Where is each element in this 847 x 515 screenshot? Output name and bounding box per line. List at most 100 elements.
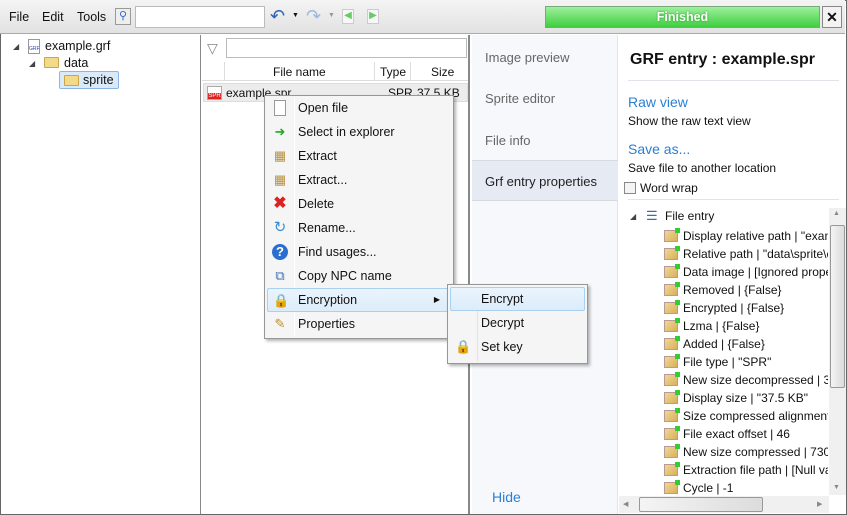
progress-bar: Finished [545,6,820,28]
next-icon[interactable]: ▶ [367,9,379,24]
property-item[interactable]: File type | "SPR" [664,353,828,371]
menu-set-key[interactable]: 🔒 Set key [450,335,585,359]
column-header-name[interactable]: File name [273,65,326,79]
search-input[interactable] [135,6,265,28]
property-item[interactable]: File exact offset | 46 [664,425,828,443]
toolbar: File Edit Tools ⚲ ↶ ▼ ↷ ▼ ◀ ▶ Finished ✕ [0,0,845,34]
raw-view-link[interactable]: Raw view [628,94,688,110]
encryption-submenu: Encrypt Decrypt 🔒 Set key [447,284,588,364]
filter-input[interactable] [226,38,467,58]
column-header-size[interactable]: Size [431,65,454,79]
property-item[interactable]: Added | {False} [664,335,828,353]
menu-tools[interactable]: Tools [77,10,106,24]
column-header-type[interactable]: Type [380,65,406,79]
property-text: File exact offset | 46 [683,427,790,441]
property-icon [664,336,680,350]
property-icon [664,264,680,278]
property-icon [664,462,680,476]
search-icon[interactable]: ⚲ [115,8,131,25]
property-item[interactable]: Lzma | {False} [664,317,828,335]
property-text: Display size | "37.5 KB" [683,391,809,405]
scroll-thumb[interactable] [830,225,845,388]
tree-item-sprite[interactable]: sprite [59,71,119,89]
property-item[interactable]: New size compressed | 7308 [664,443,828,461]
menu-select-in-explorer[interactable]: ➜ Select in explorer [267,120,451,144]
menu-edit[interactable]: Edit [42,10,64,24]
file-icon [274,100,286,116]
property-item[interactable]: Relative path | "data\sprite\example.spr… [664,245,828,263]
property-icon [664,390,680,404]
menu-open-file[interactable]: Open file [267,96,451,120]
expand-icon[interactable]: ◢ [630,212,636,221]
hide-link[interactable]: Hide [492,489,521,505]
tree-root-file-entry[interactable]: File entry [665,209,714,223]
property-icon [664,246,680,260]
folder-arrow-icon: ➜ [274,124,286,139]
save-as-description: Save file to another location [628,161,777,175]
property-item[interactable]: Removed | {False} [664,281,828,299]
undo-icon[interactable]: ↶ [270,6,285,27]
rename-icon: ↻ [273,219,287,236]
property-item[interactable]: Encrypted | {False} [664,299,828,317]
property-text: Data image | [Ignored property] [683,265,828,279]
delete-icon: ✖ [273,195,287,212]
property-icon [664,228,680,242]
property-item[interactable]: Data image | [Ignored property] [664,263,828,281]
nav-grf-entry-properties[interactable]: Grf entry properties [472,160,618,201]
property-icon [664,282,680,296]
redo-dropdown-icon[interactable]: ▼ [328,12,335,19]
menu-copy-npc-name[interactable]: ⧉ Copy NPC name [267,264,451,288]
nav-sprite-editor[interactable]: Sprite editor [472,78,618,119]
property-text: File type | "SPR" [683,355,772,369]
property-item[interactable]: Display relative path | "example.spr" [664,227,828,245]
word-wrap-checkbox[interactable] [624,182,636,194]
tree-item-data[interactable]: data [64,56,88,70]
property-text: Size compressed alignment | 7308 [683,409,828,423]
nav-image-preview[interactable]: Image preview [472,37,618,78]
property-list: Display relative path | "example.spr" Rel… [664,227,828,495]
expand-icon[interactable]: ◢ [29,59,35,68]
menu-decrypt[interactable]: Decrypt [450,311,585,335]
menu-delete[interactable]: ✖ Delete [267,192,451,216]
horizontal-scrollbar[interactable]: ◀ ▶ [619,496,829,513]
undo-dropdown-icon[interactable]: ▼ [292,12,299,19]
property-item[interactable]: New size decompressed | 38400 [664,371,828,389]
menu-find-usages[interactable]: ? Find usages... [267,240,451,264]
property-text: Removed | {False} [683,283,782,297]
property-icon [664,426,680,440]
page-title: GRF entry : example.spr [630,51,815,68]
tree-item-root[interactable]: example.grf [45,39,110,53]
list-header: File name Type Size [202,62,468,81]
redo-icon[interactable]: ↷ [306,6,321,27]
menu-encrypt[interactable]: Encrypt [450,287,585,311]
menu-rename[interactable]: ↻ Rename... [267,216,451,240]
menu-extract[interactable]: ▦ Extract [267,144,451,168]
extract-icon: ▦ [273,148,287,163]
property-item[interactable]: Cycle | -1 [664,479,828,495]
menu-file[interactable]: File [9,10,29,24]
property-text: Encrypted | {False} [683,301,785,315]
menu-properties[interactable]: ✎ Properties [267,312,451,336]
menu-encryption[interactable]: 🔒 Encryption ▶ [267,288,451,312]
property-item[interactable]: Size compressed alignment | 7308 [664,407,828,425]
property-item[interactable]: Display size | "37.5 KB" [664,389,828,407]
vertical-scrollbar[interactable]: ▲ ▼ [829,208,846,495]
property-item[interactable]: Extraction file path | [Null value] [664,461,828,479]
expand-icon[interactable]: ◢ [13,42,19,51]
property-text: Added | {False} [683,337,765,351]
previous-icon[interactable]: ◀ [342,9,354,24]
preview-pane: Image preview Sprite editor File info Gr… [472,35,846,514]
close-button[interactable]: ✕ [822,6,842,28]
save-as-link[interactable]: Save as... [628,141,690,157]
grf-file-icon: GRF [28,39,40,54]
property-icon [664,318,680,332]
menu-extract-to[interactable]: ▦ Extract... [267,168,451,192]
tree-item-label: sprite [83,73,114,87]
property-text: Extraction file path | [Null value] [683,463,828,477]
hscroll-thumb[interactable] [639,497,763,512]
property-icon [664,408,680,422]
nav-file-info[interactable]: File info [472,120,618,161]
lock-icon: 🔒 [273,293,290,308]
submenu-arrow-icon: ▶ [433,295,440,304]
hierarchy-icon: ☰ [646,208,658,223]
